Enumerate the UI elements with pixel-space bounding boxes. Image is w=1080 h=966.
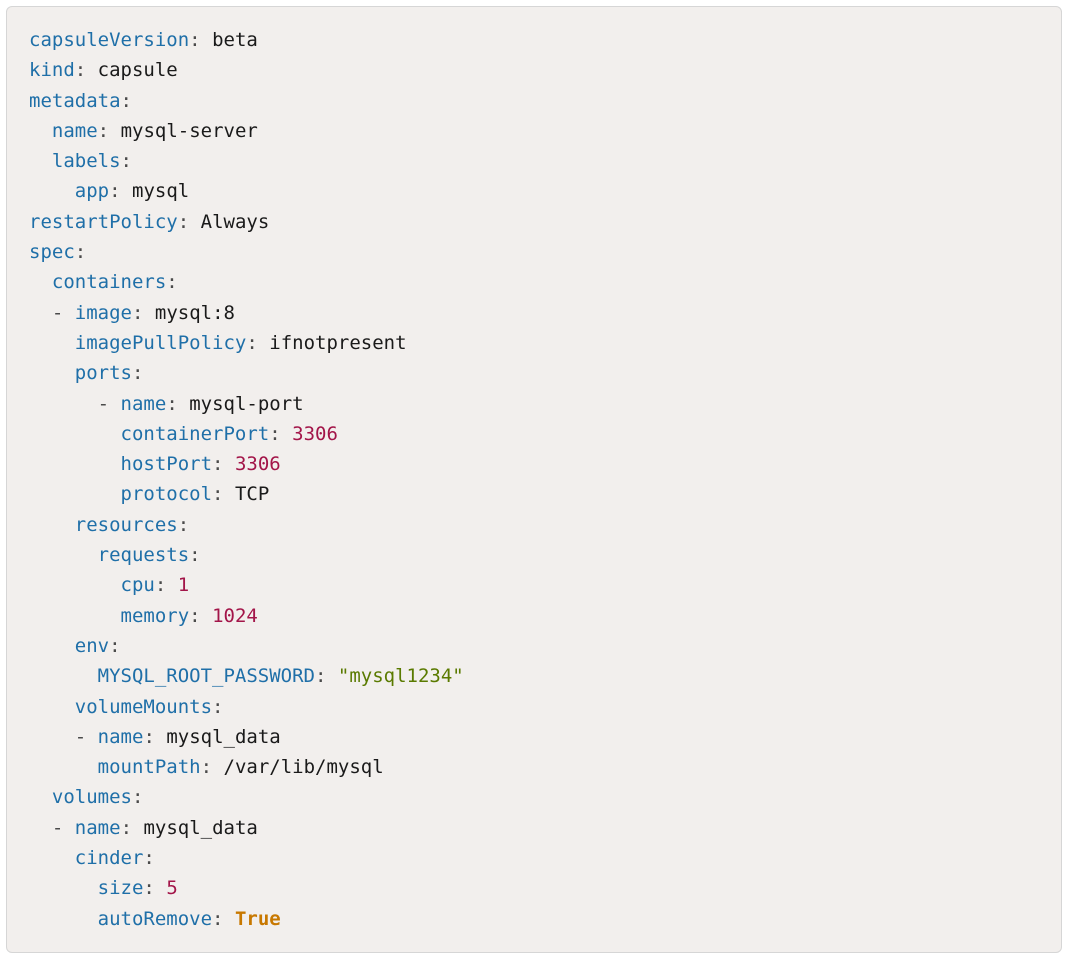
yaml-key: kind: [29, 59, 75, 81]
yaml-bool: True: [235, 908, 281, 930]
yaml-colon: :: [212, 696, 223, 718]
yaml-key: autoRemove: [98, 908, 212, 930]
yaml-key: name: [121, 393, 167, 415]
yaml-colon: :: [143, 877, 154, 899]
yaml-value: capsule: [98, 59, 178, 81]
yaml-value: mysql: [132, 180, 189, 202]
yaml-colon: :: [75, 59, 86, 81]
yaml-key: spec: [29, 241, 75, 263]
yaml-dash: -: [75, 726, 86, 748]
yaml-colon: :: [178, 211, 189, 233]
yaml-colon: :: [121, 90, 132, 112]
yaml-colon: :: [178, 514, 189, 536]
yaml-number: 5: [166, 877, 177, 899]
yaml-colon: :: [109, 180, 120, 202]
yaml-key: containerPort: [121, 423, 270, 445]
yaml-value: TCP: [235, 483, 269, 505]
yaml-colon: :: [315, 665, 326, 687]
yaml-key: ports: [75, 362, 132, 384]
yaml-colon: :: [132, 362, 143, 384]
yaml-value: beta: [212, 29, 258, 51]
yaml-key: size: [98, 877, 144, 899]
yaml-colon: :: [246, 332, 257, 354]
yaml-value: mysql-port: [189, 393, 303, 415]
yaml-key: requests: [98, 544, 190, 566]
yaml-key: volumeMounts: [75, 696, 212, 718]
yaml-dash: -: [52, 817, 63, 839]
yaml-colon: :: [143, 847, 154, 869]
yaml-colon: :: [166, 271, 177, 293]
yaml-key: labels: [52, 150, 121, 172]
yaml-key: hostPort: [121, 453, 213, 475]
yaml-key: capsuleVersion: [29, 29, 189, 51]
yaml-value: ifnotpresent: [269, 332, 406, 354]
yaml-colon: :: [155, 574, 166, 596]
yaml-dash: -: [52, 302, 63, 324]
yaml-number: 1: [178, 574, 189, 596]
yaml-value: mysql:8: [155, 302, 235, 324]
yaml-colon: :: [109, 635, 120, 657]
yaml-colon: :: [201, 756, 212, 778]
yaml-colon: :: [212, 453, 223, 475]
yaml-key: env: [75, 635, 109, 657]
yaml-key: containers: [52, 271, 166, 293]
yaml-colon: :: [189, 544, 200, 566]
yaml-colon: :: [212, 908, 223, 930]
yaml-key: restartPolicy: [29, 211, 178, 233]
yaml-value: /var/lib/mysql: [224, 756, 384, 778]
yaml-colon: :: [132, 302, 143, 324]
yaml-colon: :: [132, 786, 143, 808]
yaml-key: cinder: [75, 847, 144, 869]
yaml-number: 3306: [235, 453, 281, 475]
yaml-key: volumes: [52, 786, 132, 808]
yaml-colon: :: [143, 726, 154, 748]
yaml-key: app: [75, 180, 109, 202]
yaml-value: mysql-server: [121, 120, 258, 142]
yaml-colon: :: [121, 150, 132, 172]
yaml-key: name: [98, 726, 144, 748]
yaml-key: memory: [121, 605, 190, 627]
yaml-key: protocol: [121, 483, 213, 505]
yaml-key: metadata: [29, 90, 121, 112]
yaml-key: image: [75, 302, 132, 324]
yaml-colon: :: [166, 393, 177, 415]
yaml-key: mountPath: [98, 756, 201, 778]
yaml-key: MYSQL_ROOT_PASSWORD: [98, 665, 315, 687]
yaml-number: 1024: [212, 605, 258, 627]
yaml-number: 3306: [292, 423, 338, 445]
yaml-key: cpu: [121, 574, 155, 596]
yaml-key: resources: [75, 514, 178, 536]
yaml-colon: :: [98, 120, 109, 142]
yaml-colon: :: [189, 605, 200, 627]
yaml-key: name: [75, 817, 121, 839]
yaml-value: mysql_data: [143, 817, 257, 839]
yaml-colon: :: [269, 423, 280, 445]
yaml-colon: :: [212, 483, 223, 505]
yaml-key: imagePullPolicy: [75, 332, 247, 354]
yaml-value: mysql_data: [166, 726, 280, 748]
yaml-colon: :: [121, 817, 132, 839]
yaml-code-block: capsuleVersion: beta kind: capsule metad…: [6, 6, 1062, 953]
yaml-colon: :: [189, 29, 200, 51]
yaml-string: "mysql1234": [338, 665, 464, 687]
yaml-key: name: [52, 120, 98, 142]
yaml-dash: -: [98, 393, 109, 415]
yaml-colon: :: [75, 241, 86, 263]
yaml-value: Always: [201, 211, 270, 233]
